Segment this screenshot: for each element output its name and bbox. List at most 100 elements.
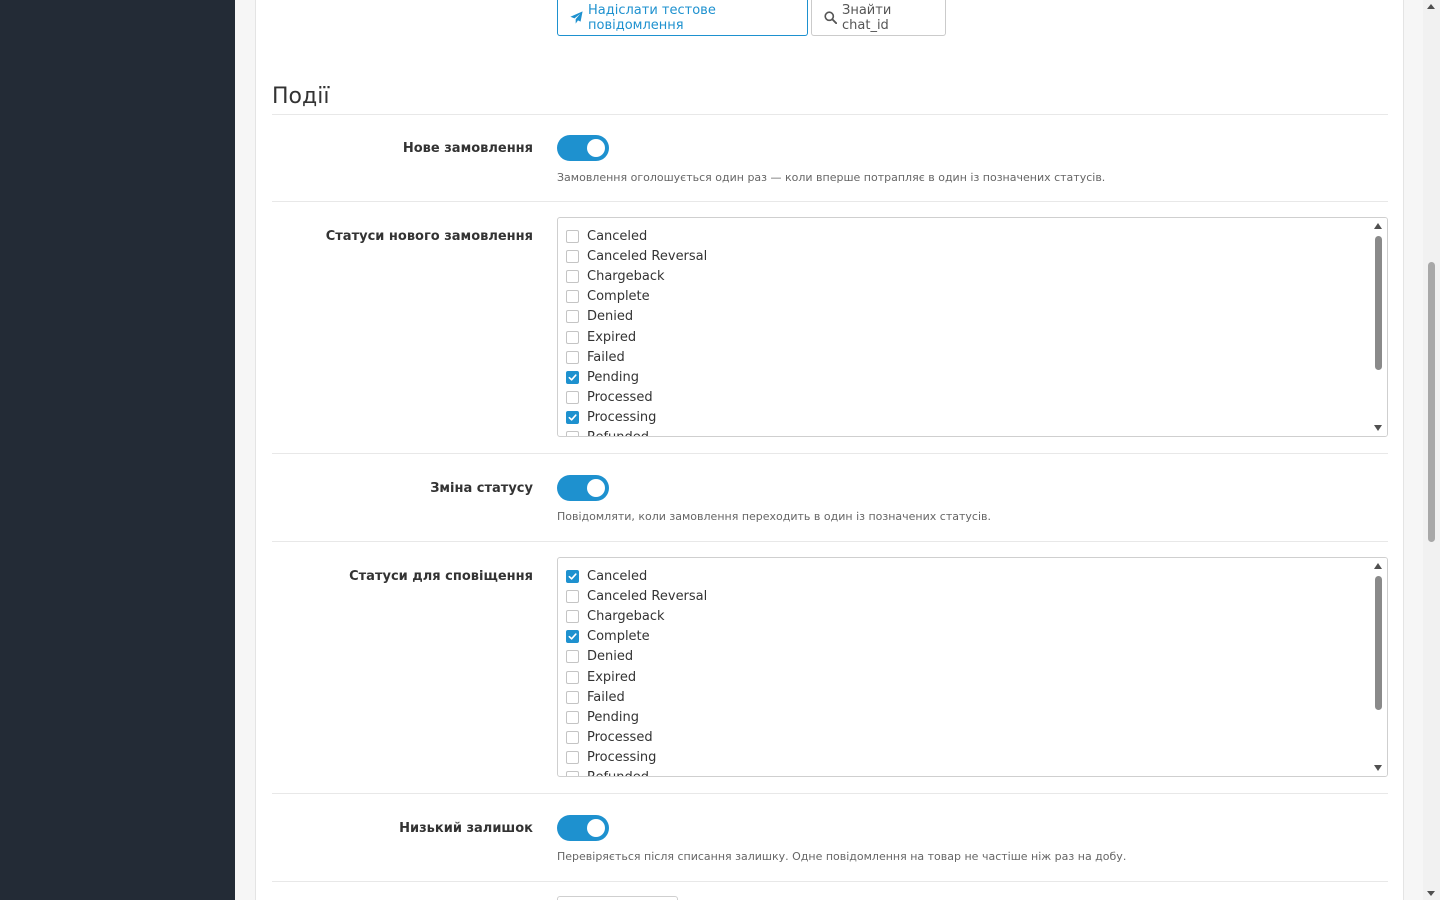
toggle-knob: [587, 479, 605, 497]
low-stock-label: Низький залишок: [399, 821, 533, 836]
status-option-label: Canceled Reversal: [587, 248, 708, 264]
send-test-message-button[interactable]: Надіслати тестове повідомлення: [557, 0, 808, 36]
status-option[interactable]: Canceled: [566, 566, 707, 586]
status-option[interactable]: Expired: [566, 327, 707, 347]
status-option[interactable]: Complete: [566, 287, 707, 307]
low-stock-toggle[interactable]: [557, 815, 609, 841]
row-divider: [272, 793, 1388, 794]
list-scrollbar[interactable]: [1370, 558, 1387, 776]
page-scrollbar-thumb[interactable]: [1428, 262, 1435, 542]
status-option-label: Expired: [587, 329, 637, 345]
new-order-toggle[interactable]: [557, 135, 609, 161]
new-order-label: Нове замовлення: [402, 141, 533, 156]
status-option[interactable]: Expired: [566, 667, 707, 687]
section-divider: [272, 114, 1388, 115]
status-option[interactable]: Pending: [566, 367, 707, 387]
status-checkbox[interactable]: [566, 650, 579, 664]
status-option-label: Processing: [587, 410, 657, 426]
status-checkbox[interactable]: [566, 609, 579, 623]
new-order-statuses-list[interactable]: Canceled Canceled Reversal Chargeback Compl…: [557, 217, 1388, 437]
status-option-label: Processed: [587, 390, 653, 406]
status-option-label: Complete: [587, 289, 650, 305]
status-checkbox[interactable]: [566, 751, 579, 765]
section-title: Події: [272, 84, 330, 109]
find-chat-id-button[interactable]: Знайти chat_id: [811, 0, 946, 36]
status-option-label: Canceled: [587, 568, 648, 584]
status-checkbox[interactable]: [566, 569, 579, 583]
list-scroll-up-icon[interactable]: [1374, 223, 1382, 229]
status-option[interactable]: Pending: [566, 707, 707, 727]
status-checkbox[interactable]: [566, 330, 579, 344]
status-option-label: Denied: [587, 649, 634, 665]
list-scrollbar-thumb[interactable]: [1375, 236, 1382, 370]
status-option-label: Processing: [587, 750, 657, 766]
status-option[interactable]: Denied: [566, 647, 707, 667]
status-option-label: Refunded: [587, 770, 649, 776]
status-option-label: Refunded: [587, 430, 649, 436]
status-option[interactable]: Processing: [566, 748, 707, 768]
list-scrollbar[interactable]: [1370, 218, 1387, 436]
status-option[interactable]: Refunded: [566, 428, 707, 436]
status-option[interactable]: Denied: [566, 307, 707, 327]
status-checkbox[interactable]: [566, 350, 579, 364]
left-sidebar: [0, 0, 235, 900]
checkmark-icon: [568, 414, 577, 421]
list-scroll-down-icon[interactable]: [1374, 765, 1382, 771]
status-option[interactable]: Processing: [566, 408, 707, 428]
status-checkbox[interactable]: [566, 690, 579, 704]
status-checkbox[interactable]: [566, 310, 579, 324]
list-scrollbar-thumb[interactable]: [1375, 576, 1382, 710]
status-checkbox[interactable]: [566, 731, 579, 745]
status-option-label: Expired: [587, 669, 637, 685]
search-icon: [824, 11, 837, 24]
status-option-label: Processed: [587, 730, 653, 746]
scroll-up-arrow-icon[interactable]: [1427, 4, 1435, 9]
status-option[interactable]: Failed: [566, 347, 707, 367]
status-option-label: Canceled Reversal: [587, 588, 708, 604]
status-option[interactable]: Canceled Reversal: [566, 586, 707, 606]
scroll-down-arrow-icon[interactable]: [1427, 891, 1435, 896]
status-checkbox[interactable]: [566, 269, 579, 283]
list-scroll-up-icon[interactable]: [1374, 563, 1382, 569]
next-field-input[interactable]: [557, 896, 678, 900]
status-option-label: Pending: [587, 369, 639, 385]
status-option-label: Complete: [587, 629, 650, 645]
status-option-label: Pending: [587, 709, 639, 725]
status-checkbox[interactable]: [566, 229, 579, 243]
new-order-status-options: Canceled Canceled Reversal Chargeback Compl…: [566, 226, 707, 436]
page-scrollbar[interactable]: [1423, 0, 1440, 900]
status-checkbox[interactable]: [566, 710, 579, 724]
status-checkbox[interactable]: [566, 630, 579, 644]
notify-statuses-list[interactable]: Canceled Canceled Reversal Chargeback Compl…: [557, 557, 1388, 777]
status-checkbox[interactable]: [566, 670, 579, 684]
status-option[interactable]: Failed: [566, 687, 707, 707]
status-option[interactable]: Canceled Reversal: [566, 246, 707, 266]
status-option[interactable]: Refunded: [566, 768, 707, 776]
status-checkbox[interactable]: [566, 431, 579, 436]
checkmark-icon: [568, 633, 577, 640]
status-change-help: Повідомляти, коли замовлення переходить …: [557, 510, 991, 523]
checkmark-icon: [568, 572, 577, 580]
status-option[interactable]: Processed: [566, 388, 707, 408]
find-chat-id-label: Знайти chat_id: [842, 2, 892, 33]
status-option-label: Denied: [587, 309, 634, 325]
status-option-label: Failed: [587, 689, 625, 705]
status-option[interactable]: Chargeback: [566, 606, 707, 626]
status-checkbox[interactable]: [566, 411, 579, 425]
status-change-toggle[interactable]: [557, 475, 609, 501]
status-option[interactable]: Processed: [566, 728, 707, 748]
status-option[interactable]: Complete: [566, 627, 707, 647]
send-test-message-label: Надіслати тестове повідомлення: [588, 2, 716, 33]
status-checkbox[interactable]: [566, 589, 579, 603]
status-checkbox[interactable]: [566, 771, 579, 776]
list-scroll-down-icon[interactable]: [1374, 425, 1382, 431]
toggle-knob: [587, 139, 605, 157]
status-option[interactable]: Chargeback: [566, 266, 707, 286]
status-option[interactable]: Canceled: [566, 226, 707, 246]
status-checkbox[interactable]: [566, 391, 579, 405]
status-checkbox[interactable]: [566, 249, 579, 263]
status-checkbox[interactable]: [566, 290, 579, 304]
status-checkbox[interactable]: [566, 370, 579, 384]
notify-statuses-label: Статуси для сповіщення: [349, 569, 533, 584]
notify-status-options: Canceled Canceled Reversal Chargeback Compl…: [566, 566, 707, 776]
